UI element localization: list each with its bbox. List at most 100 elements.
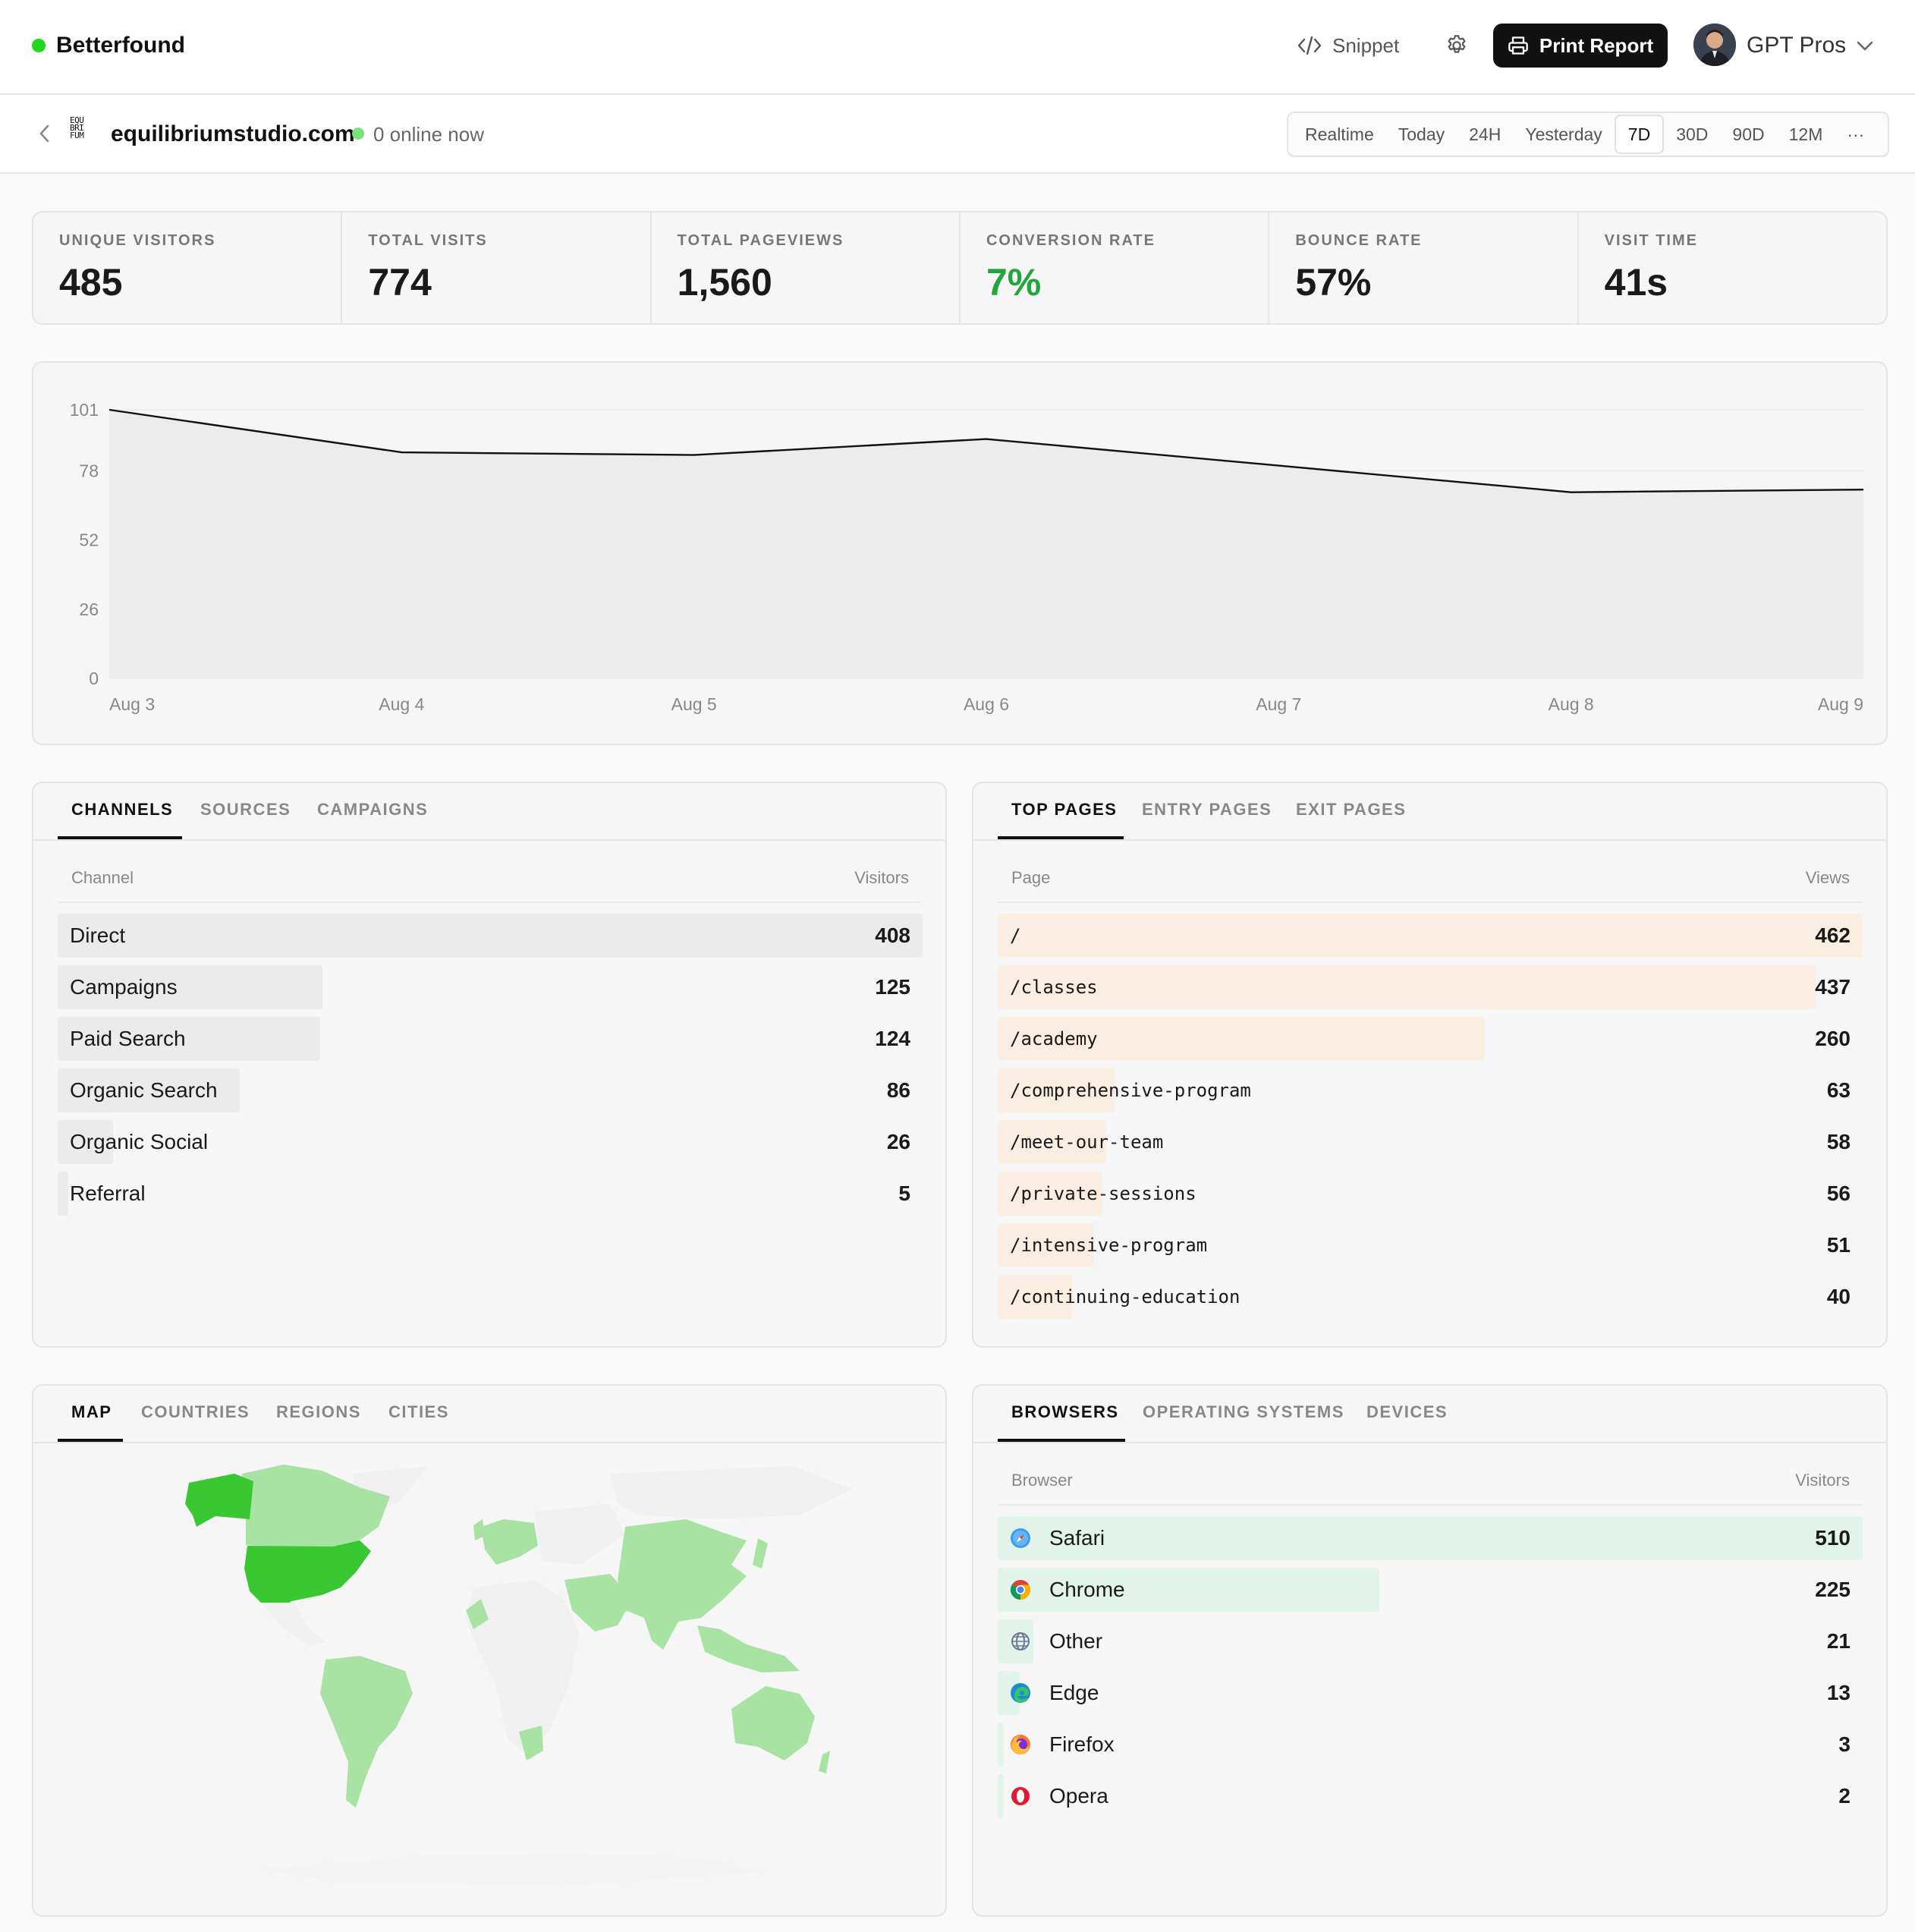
row-value: 124 xyxy=(875,1027,910,1050)
range-option[interactable]: 24H xyxy=(1457,116,1513,153)
list-row[interactable]: /academy 260 xyxy=(998,1017,1863,1061)
column-header-visitors: Visitors xyxy=(854,868,909,887)
list-row[interactable]: Safari 510 xyxy=(998,1516,1863,1560)
edge-icon xyxy=(1011,1683,1030,1703)
x-tick-label: Aug 3 xyxy=(109,694,155,714)
row-value: 21 xyxy=(1826,1629,1851,1653)
online-now-text: 0 online now xyxy=(373,123,484,146)
map-region-mexico[interactable] xyxy=(261,1603,325,1647)
row-label: Opera xyxy=(1049,1784,1108,1808)
tab-channels[interactable]: CHANNELS xyxy=(71,800,173,820)
map-region-australia[interactable] xyxy=(731,1686,815,1761)
list-row[interactable]: /intensive-program 51 xyxy=(998,1223,1863,1267)
map-region-japan[interactable] xyxy=(753,1538,768,1569)
row-value: 40 xyxy=(1826,1285,1851,1308)
channels-card: CHANNELS SOURCES CAMPAIGNS Channel Visit… xyxy=(32,782,947,1348)
row-label: /comprehensive-program xyxy=(1010,1080,1251,1101)
list-row[interactable]: Chrome 225 xyxy=(998,1568,1863,1612)
tab-browsers[interactable]: BROWSERS xyxy=(1011,1402,1119,1422)
map-region-antarctica[interactable] xyxy=(261,1853,762,1887)
row-bar xyxy=(998,914,1863,958)
column-header-page: Page xyxy=(1011,868,1051,887)
list-row[interactable]: Organic Search 86 xyxy=(58,1068,923,1112)
row-value: 26 xyxy=(886,1130,910,1153)
range-option[interactable]: Today xyxy=(1386,116,1457,153)
list-row[interactable]: Campaigns 125 xyxy=(58,965,923,1009)
map-region-russia[interactable] xyxy=(610,1466,853,1519)
list-row[interactable]: Other 21 xyxy=(998,1619,1863,1663)
brand-name[interactable]: Betterfound xyxy=(56,30,185,61)
list-row[interactable]: Edge 13 xyxy=(998,1671,1863,1715)
x-tick-label: Aug 4 xyxy=(379,694,424,714)
row-bar xyxy=(998,1774,1004,1818)
column-header-views: Views xyxy=(1805,868,1850,887)
list-row[interactable]: Paid Search 124 xyxy=(58,1017,923,1061)
row-label: Organic Search xyxy=(70,1078,218,1102)
map-region-new-zealand[interactable] xyxy=(819,1751,830,1773)
list-row[interactable]: Organic Social 26 xyxy=(58,1120,923,1164)
list-row[interactable]: Opera 2 xyxy=(998,1774,1863,1818)
map-region-europe[interactable] xyxy=(481,1519,538,1565)
tab-top-pages[interactable]: TOP PAGES xyxy=(1011,800,1117,820)
map-region-asia[interactable] xyxy=(618,1519,747,1650)
list-row[interactable]: Firefox 3 xyxy=(998,1723,1863,1767)
range-option[interactable]: 7D xyxy=(1614,115,1665,154)
visitors-chart[interactable]: 0 26 52 78 101 Aug 3 Aug 4 Aug 5 Aug 6 Aug 7 Aug 8… xyxy=(33,363,1889,747)
list-row[interactable]: Referral 5 xyxy=(58,1172,923,1216)
row-label: Edge xyxy=(1049,1681,1099,1704)
snippet-button[interactable]: Snippet xyxy=(1297,29,1399,62)
world-map[interactable] xyxy=(33,1443,948,1914)
chevron-down-icon[interactable] xyxy=(1851,32,1879,59)
stat-visit-time[interactable]: VISIT TIME 41s xyxy=(1579,212,1886,323)
list-row[interactable]: / 462 xyxy=(998,914,1863,958)
list-row[interactable]: /private-sessions 56 xyxy=(998,1172,1863,1216)
range-option[interactable]: Realtime xyxy=(1293,116,1386,153)
active-tab-indicator xyxy=(58,1439,123,1442)
stat-bounce-rate[interactable]: BOUNCE RATE 57% xyxy=(1269,212,1579,323)
range-option[interactable]: 90D xyxy=(1720,116,1776,153)
row-label: Direct xyxy=(70,924,126,947)
list-row[interactable]: /meet-our-team 58 xyxy=(998,1120,1863,1164)
tab-entry-pages[interactable]: ENTRY PAGES xyxy=(1142,800,1272,820)
avatar[interactable] xyxy=(1693,24,1736,66)
map-region-south-america[interactable] xyxy=(320,1656,413,1808)
range-option[interactable]: Yesterday xyxy=(1513,116,1614,153)
map-region-southeast-asia[interactable] xyxy=(697,1625,800,1672)
range-option[interactable]: 12M xyxy=(1777,116,1835,153)
row-value: 86 xyxy=(886,1078,910,1102)
stat-total-visits[interactable]: TOTAL VISITS 774 xyxy=(342,212,652,323)
tab-map[interactable]: MAP xyxy=(71,1402,112,1422)
map-region-usa[interactable] xyxy=(244,1540,371,1612)
list-row[interactable]: Direct 408 xyxy=(58,914,923,958)
chevron-left-icon[interactable] xyxy=(33,120,56,147)
stat-unique-visitors[interactable]: UNIQUE VISITORS 485 xyxy=(33,212,343,323)
tab-devices[interactable]: DEVICES xyxy=(1366,1402,1448,1422)
range-option[interactable]: 30D xyxy=(1664,116,1720,153)
pages-card: TOP PAGES ENTRY PAGES EXIT PAGES Page Vi… xyxy=(972,782,1888,1348)
tab-countries[interactable]: COUNTRIES xyxy=(141,1402,250,1422)
tab-campaigns[interactable]: CAMPAIGNS xyxy=(317,800,428,820)
tab-operating-systems[interactable]: OPERATING SYSTEMS xyxy=(1143,1402,1344,1422)
map-region-alaska[interactable] xyxy=(185,1474,253,1527)
row-value: 56 xyxy=(1826,1182,1851,1205)
tab-regions[interactable]: REGIONS xyxy=(276,1402,361,1422)
column-header-browser: Browser xyxy=(1011,1471,1073,1490)
tab-sources[interactable]: SOURCES xyxy=(200,800,291,820)
stat-total-pageviews[interactable]: TOTAL PAGEVIEWS 1,560 xyxy=(652,212,961,323)
user-name[interactable]: GPT Pros xyxy=(1747,30,1846,61)
list-row[interactable]: /comprehensive-program 63 xyxy=(998,1068,1863,1112)
range-option[interactable]: ··· xyxy=(1835,116,1876,153)
list-row[interactable]: /continuing-education 40 xyxy=(998,1275,1863,1319)
list-row[interactable]: /classes 437 xyxy=(998,965,1863,1009)
site-name[interactable]: equilibriumstudio.com xyxy=(111,119,355,149)
tab-exit-pages[interactable]: EXIT PAGES xyxy=(1296,800,1406,820)
map-region-south-africa[interactable] xyxy=(519,1726,543,1761)
tab-cities[interactable]: CITIES xyxy=(388,1402,449,1422)
print-report-button[interactable]: Print Report xyxy=(1493,24,1668,68)
printer-icon xyxy=(1508,36,1528,55)
stat-conversion-rate[interactable]: CONVERSION RATE 7% xyxy=(961,212,1270,323)
settings-button[interactable] xyxy=(1442,30,1472,61)
row-bar xyxy=(58,914,923,958)
map-region-europe-east[interactable] xyxy=(534,1504,625,1565)
row-label: /continuing-education xyxy=(1010,1286,1241,1307)
